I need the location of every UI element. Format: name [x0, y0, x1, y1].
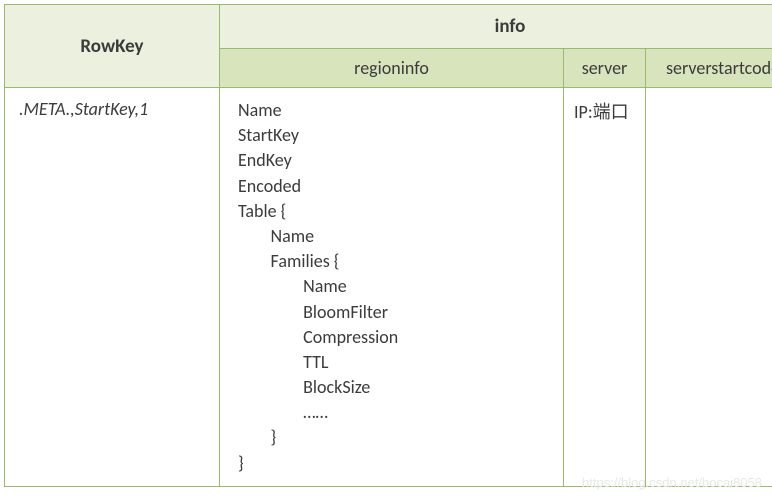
subheader-serverstartcode: serverstartcode [646, 49, 772, 88]
header-rowkey: RowKey [5, 5, 220, 88]
cell-serverstartcode [646, 88, 772, 487]
subheader-regioninfo: regioninfo [220, 49, 564, 88]
meta-table: RowKey info regioninfo server serverstar… [4, 4, 772, 487]
cell-server: IP:端口 [564, 88, 646, 487]
subheader-server: server [564, 49, 646, 88]
watermark: https://blog.csdn.net/bocai8058 [582, 475, 762, 490]
cell-regioninfo: Name StartKey EndKey Encoded Table { Nam… [220, 88, 564, 487]
header-info: info [220, 5, 772, 49]
cell-rowkey: .META.,StartKey,1 [5, 88, 220, 487]
